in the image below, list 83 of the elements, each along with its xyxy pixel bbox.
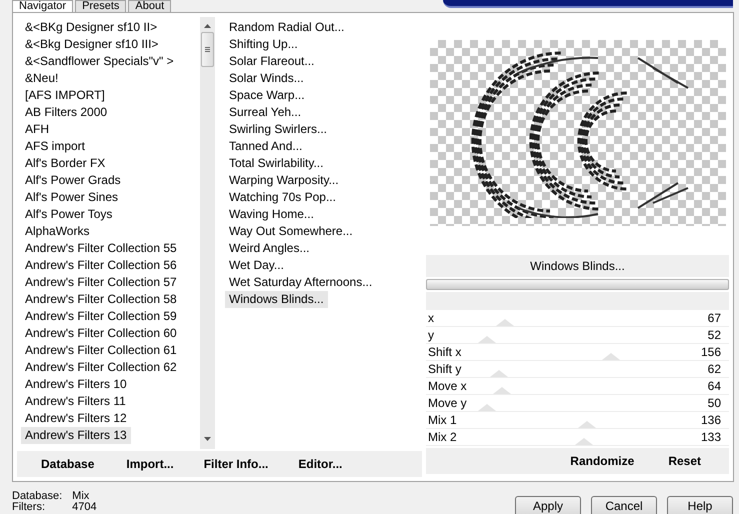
filter-item[interactable]: Way Out Somewhere... xyxy=(225,223,357,240)
slider-button[interactable]: Randomize xyxy=(564,452,640,470)
tab[interactable]: Navigator xyxy=(12,0,74,12)
status-value: Mix xyxy=(72,491,90,502)
slider-row[interactable]: Mix 1 136 xyxy=(426,412,729,429)
category-item[interactable]: Andrew's Filter Collection 56 xyxy=(21,257,181,274)
filter-item[interactable]: Windows Blinds... xyxy=(225,291,328,308)
category-item[interactable]: Andrew's Filters 13 xyxy=(21,427,131,444)
category-item[interactable]: Alf's Power Sines xyxy=(21,189,122,206)
slider-label: Mix 1 xyxy=(428,413,457,427)
category-item[interactable]: AlphaWorks xyxy=(21,223,94,240)
list-button[interactable]: Filter Info... xyxy=(198,455,274,473)
tab[interactable]: Presets xyxy=(75,0,126,12)
dialog-button[interactable]: Cancel xyxy=(591,496,657,514)
status-label: Database: xyxy=(12,491,62,502)
dialog-button[interactable]: Apply xyxy=(515,496,581,514)
filter-item[interactable]: Tanned And... xyxy=(225,138,306,155)
filter-item[interactable]: Weird Angles... xyxy=(225,240,314,257)
scrollbar[interactable] xyxy=(200,17,215,449)
scroll-up-icon[interactable] xyxy=(204,24,211,28)
category-item[interactable]: Alf's Power Grads xyxy=(21,172,125,189)
filter-item[interactable]: Watching 70s Pop... xyxy=(225,189,340,206)
slider-value: 50 xyxy=(708,396,721,410)
category-item[interactable]: Andrew's Filter Collection 59 xyxy=(21,308,181,325)
slider-value: 52 xyxy=(708,328,721,342)
slider-value: 133 xyxy=(700,430,721,444)
category-item[interactable]: Andrew's Filter Collection 62 xyxy=(21,359,181,376)
category-item[interactable]: AFS import xyxy=(21,138,90,155)
category-item[interactable]: Andrew's Filters 10 xyxy=(21,376,131,393)
filter-item[interactable]: Wet Saturday Afternoons... xyxy=(225,274,376,291)
filter-item[interactable]: Surreal Yeh... xyxy=(225,104,306,121)
filter-item[interactable]: Solar Flareout... xyxy=(225,53,318,70)
slider-value: 67 xyxy=(708,311,721,325)
filter-name: Windows Blinds... xyxy=(426,255,729,277)
filter-item[interactable]: Solar Winds... xyxy=(225,70,308,87)
slider-label: Shift y xyxy=(428,362,462,376)
slider-row[interactable]: Mix 2 133 xyxy=(426,429,729,446)
category-item[interactable]: Andrew's Filter Collection 58 xyxy=(21,291,181,308)
category-item[interactable]: Andrew's Filters 11 xyxy=(21,393,130,410)
filter-item[interactable]: Random Radial Out... xyxy=(225,19,348,36)
tab[interactable]: About xyxy=(128,0,172,12)
category-item[interactable]: Alf's Power Toys xyxy=(21,206,116,223)
filter-item[interactable]: Total Swirlability... xyxy=(225,155,328,172)
category-item[interactable]: Alf's Border FX xyxy=(21,155,110,172)
slider-value: 136 xyxy=(700,413,721,427)
category-item[interactable]: &<Sandflower Specials"v" > xyxy=(21,53,178,70)
slider-row[interactable]: Shift y 62 xyxy=(426,361,729,378)
category-item[interactable]: AFH xyxy=(21,121,53,138)
filter-item[interactable]: Waving Home... xyxy=(225,206,318,223)
slider-label: x xyxy=(428,311,434,325)
slider-button[interactable]: Reset xyxy=(662,452,707,470)
category-item[interactable]: &Neu! xyxy=(21,70,62,87)
list-button[interactable]: Database xyxy=(35,455,100,473)
filter-item[interactable]: Shifting Up... xyxy=(225,36,302,53)
category-item[interactable]: Andrew's Filter Collection 57 xyxy=(21,274,181,291)
slider-value: 156 xyxy=(700,345,721,359)
category-item[interactable]: AB Filters 2000 xyxy=(21,104,112,121)
category-item[interactable]: &<BKg Designer sf10 II> xyxy=(21,19,162,36)
list-button[interactable]: Editor... xyxy=(292,455,348,473)
slider-label: Move y xyxy=(428,396,467,410)
status-value: 4704 xyxy=(72,502,97,513)
filter-item[interactable]: Warping Warposity... xyxy=(225,172,343,189)
slider-value: 64 xyxy=(708,379,721,393)
filter-item[interactable]: Swirling Swirlers... xyxy=(225,121,332,138)
slider-label: y xyxy=(428,328,434,342)
category-item[interactable]: Andrew's Filter Collection 61 xyxy=(21,342,181,359)
filter-item[interactable]: Wet Day... xyxy=(225,257,288,274)
category-item[interactable]: &<Bkg Designer sf10 III> xyxy=(21,36,162,53)
dialog-button[interactable]: Help xyxy=(667,496,733,514)
status-label: Filters: xyxy=(12,502,46,513)
scroll-down-icon[interactable] xyxy=(204,437,211,441)
slider-value: 62 xyxy=(708,362,721,376)
slider-label: Mix 2 xyxy=(428,430,457,444)
slider-label: Shift x xyxy=(428,345,462,359)
scroll-thumb[interactable] xyxy=(201,32,214,67)
category-item[interactable]: Andrew's Filters 12 xyxy=(21,410,131,427)
list-button[interactable]: Import... xyxy=(120,455,180,473)
category-item[interactable]: Andrew's Filter Collection 60 xyxy=(21,325,181,342)
slider-label: Move x xyxy=(428,379,467,393)
slider-row[interactable]: Shift x 156 xyxy=(426,344,729,361)
filter-item[interactable]: Space Warp... xyxy=(225,87,309,104)
category-item[interactable]: [AFS IMPORT] xyxy=(21,87,109,104)
category-item[interactable]: Andrew's Filter Collection 55 xyxy=(21,240,181,257)
